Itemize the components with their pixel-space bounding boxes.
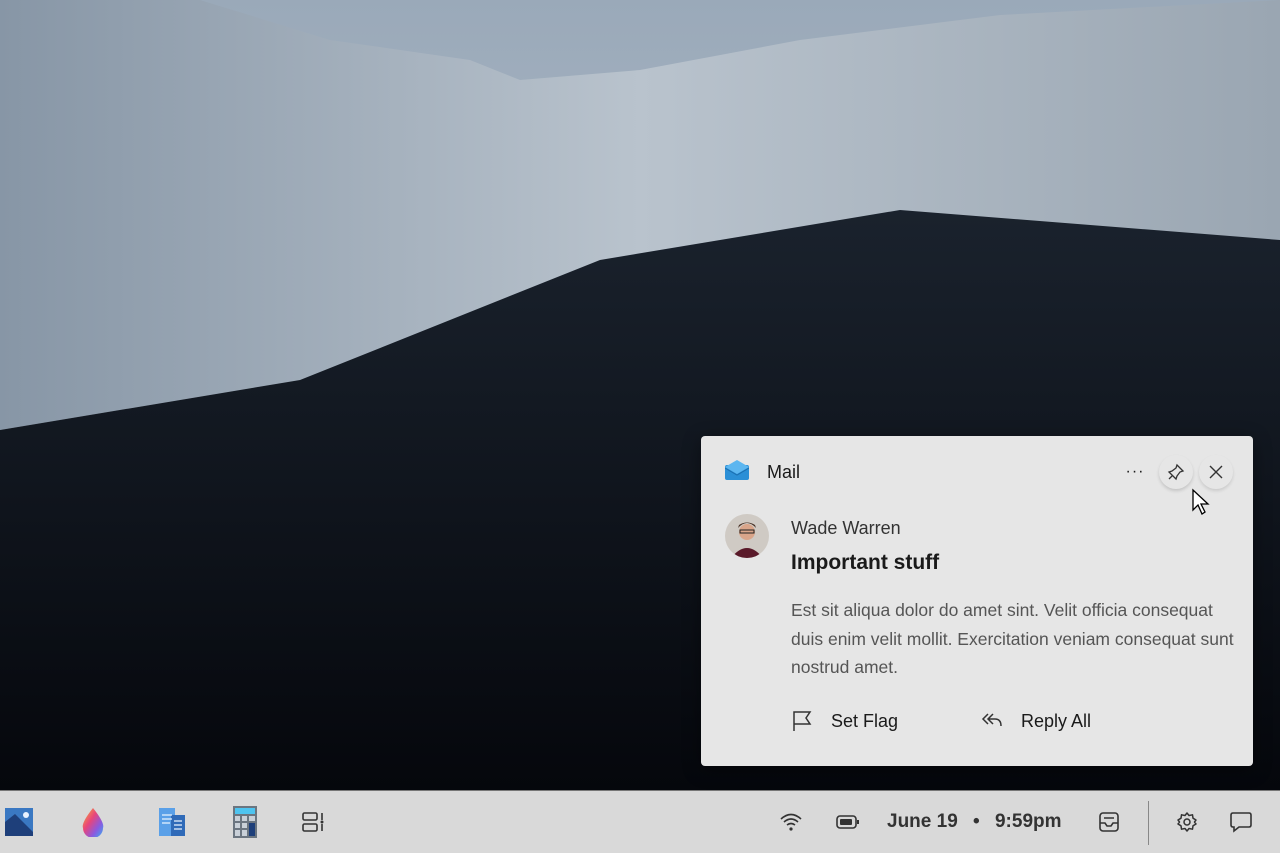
gear-icon (1177, 812, 1197, 832)
wifi-icon (780, 813, 802, 831)
notification-center-button[interactable] (1092, 805, 1126, 839)
pin-icon (1167, 463, 1185, 481)
calculator-icon (233, 806, 257, 838)
email-subject: Important stuff (791, 551, 940, 574)
set-flag-label: Set Flag (831, 710, 899, 731)
flag-icon (793, 711, 812, 731)
inbox-icon (1099, 812, 1119, 832)
time: 9:59pm (994, 811, 1062, 832)
battery-icon (836, 815, 859, 829)
reply-all-icon (981, 713, 1002, 727)
reply-all-button[interactable]: Reply All (981, 710, 1091, 732)
paint-icon (82, 808, 104, 837)
taskbar-calculator[interactable] (228, 805, 262, 839)
taskbar-divider (1148, 801, 1149, 845)
close-button[interactable] (1199, 455, 1233, 489)
date-time-separator: • (973, 811, 980, 832)
wifi-status[interactable] (774, 805, 808, 839)
mouse-cursor-icon (1192, 488, 1210, 515)
clock[interactable]: June 19 • 9:59pm (887, 811, 1062, 833)
taskbar: June 19 • 9:59pm (0, 790, 1280, 853)
date: June 19 (887, 811, 958, 832)
close-icon (1209, 465, 1223, 479)
app-name: Mail (767, 462, 801, 482)
more-options-button[interactable]: ··· (1118, 455, 1152, 489)
docs-icon (159, 808, 185, 836)
taskbar-widgets[interactable] (296, 805, 330, 839)
taskbar-paint[interactable] (76, 805, 110, 839)
pin-button[interactable] (1159, 455, 1193, 489)
settings-button[interactable] (1170, 805, 1204, 839)
more-icon: ··· (1125, 463, 1145, 480)
email-preview: Est sit aliqua dolor do amet sint. Velit… (791, 600, 1234, 677)
mail-notification[interactable]: Mail ··· Wade Warren Important stuff Est… (701, 436, 1253, 766)
mail-app-icon (724, 460, 750, 485)
widgets-icon (302, 812, 324, 832)
photos-icon (5, 808, 33, 836)
taskbar-photos[interactable] (2, 805, 36, 839)
sender-avatar (725, 514, 769, 558)
set-flag-button[interactable]: Set Flag (791, 710, 898, 732)
sender-name: Wade Warren (791, 518, 901, 538)
chat-icon (1230, 812, 1252, 833)
taskbar-docs[interactable] (155, 805, 189, 839)
battery-status[interactable] (831, 805, 865, 839)
reply-all-label: Reply All (1021, 710, 1092, 731)
chat-button[interactable] (1224, 805, 1258, 839)
